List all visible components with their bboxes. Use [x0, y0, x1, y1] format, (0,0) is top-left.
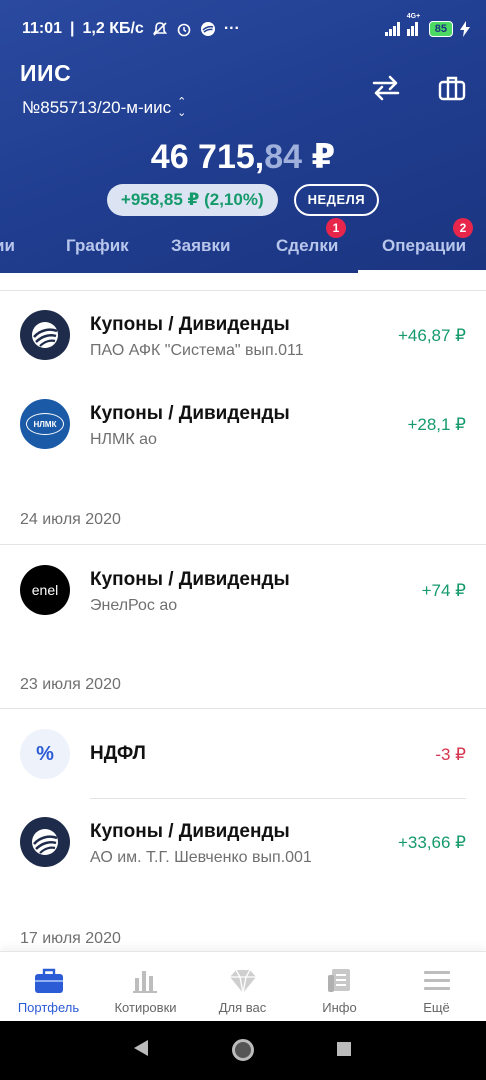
operation-amount: +33,66 ₽ [397, 833, 466, 852]
deals-count-badge: 1 [326, 218, 346, 238]
status-time: 11:01 [22, 20, 63, 37]
diamond-icon [229, 969, 256, 994]
transfer-icon[interactable] [370, 72, 402, 104]
account-number: №855713/20-м-иис [22, 98, 172, 117]
operation-subtitle: НЛМК ао [90, 431, 157, 448]
briefcase-icon [34, 968, 63, 993]
bar-chart-icon [132, 971, 157, 993]
status-speed: 1,2 КБ/с [82, 20, 144, 37]
operation-title: Купоны / Дивиденды [90, 403, 290, 424]
nlmk-logo: НЛМК [20, 399, 70, 449]
operation-title: Купоны / Дивиденды [90, 821, 290, 842]
system-navigation-bar [0, 1021, 486, 1080]
operation-title: Купоны / Дивиденды [90, 314, 290, 335]
period-button[interactable]: НЕДЕЛЯ [293, 184, 380, 216]
afk-sistema-logo [20, 310, 70, 360]
nav-for-you[interactable]: Для вас [194, 952, 291, 1022]
alarm-icon [177, 23, 191, 37]
account-selector[interactable]: №855713/20-м-иис ⌃ ⌄ [22, 97, 186, 119]
back-icon[interactable] [133, 1039, 149, 1057]
portfolio-balance: 46 715,84 ₽ [150, 138, 336, 176]
operations-count-badge: 2 [453, 218, 473, 238]
operation-amount: +28,1 ₽ [407, 415, 466, 434]
percent-icon: % [20, 729, 70, 779]
tab-partial[interactable]: ии [0, 236, 15, 256]
status-bar: 11:01 | 1,2 КБ/с ··· 4G+ 85 [22, 13, 470, 40]
operation-subtitle: АО им. Т.Г. Шевченко вып.001 [90, 849, 312, 866]
chevron-updown-icon: ⌃ ⌄ [177, 96, 187, 119]
operation-row[interactable]: enel Купоны / Дивиденды ЭнелРос ао +74 ₽ [0, 545, 486, 633]
tab-chart[interactable]: График [66, 236, 129, 256]
account-title: ИИС [20, 60, 72, 86]
date-header: 17 июля 2020 [20, 930, 121, 947]
enel-logo: enel [20, 565, 70, 615]
nav-info[interactable]: Инфо [291, 952, 388, 1022]
nav-quotes[interactable]: Котировки [97, 952, 194, 1022]
active-tab-indicator [358, 270, 486, 273]
operation-row[interactable]: Купоны / Дивиденды АО им. Т.Г. Шевченко … [0, 799, 486, 887]
tab-operations[interactable]: Операции [382, 236, 466, 256]
signal-icon [384, 22, 400, 36]
bottom-navigation: Портфель Котировки Для вас Инфо Ещё [0, 951, 486, 1021]
app-header: 11:01 | 1,2 КБ/с ··· 4G+ 85 ИИС №855713/… [0, 0, 486, 273]
operation-row[interactable]: % НДФЛ -3 ₽ [0, 709, 486, 797]
mute-icon [152, 22, 167, 36]
signal-4g-icon: 4G+ [406, 13, 422, 36]
operation-row[interactable]: НЛМК Купоны / Дивиденды НЛМК ао +28,1 ₽ [0, 381, 486, 469]
operation-subtitle: ЭнелРос ао [90, 597, 178, 614]
battery-icon: 85 [428, 21, 453, 37]
tab-deals[interactable]: Сделки [276, 236, 338, 256]
recent-apps-icon[interactable] [337, 1042, 351, 1056]
shevchenko-logo [20, 817, 70, 867]
home-icon[interactable] [232, 1039, 254, 1061]
date-header: 23 июля 2020 [20, 676, 121, 693]
nav-more[interactable]: Ещё [388, 952, 485, 1022]
operation-row[interactable]: Купоны / Дивиденды ПАО АФК "Система" вып… [0, 292, 486, 380]
operation-title: НДФЛ [90, 743, 146, 764]
news-icon [327, 969, 350, 992]
operation-amount: +74 ₽ [421, 581, 466, 600]
portfolio-briefcase-icon[interactable] [436, 72, 468, 104]
nav-portfolio[interactable]: Портфель [0, 952, 97, 1022]
app-notification-icon [200, 22, 215, 36]
operation-amount: +46,87 ₽ [397, 326, 466, 345]
operation-title: Купоны / Дивиденды [90, 569, 290, 590]
date-header: 24 июля 2020 [20, 511, 121, 528]
charging-icon [460, 21, 470, 37]
more-notifications-icon: ··· [223, 20, 240, 37]
operation-amount: -3 ₽ [435, 745, 466, 764]
tab-orders[interactable]: Заявки [171, 236, 230, 256]
menu-icon [423, 971, 450, 990]
operation-subtitle: ПАО АФК "Система" вып.011 [90, 342, 304, 359]
section-tabs: ии График Заявки Сделки Операции [0, 232, 486, 273]
balance-change-badge: +958,85 ₽ (2,10%) [106, 184, 278, 216]
